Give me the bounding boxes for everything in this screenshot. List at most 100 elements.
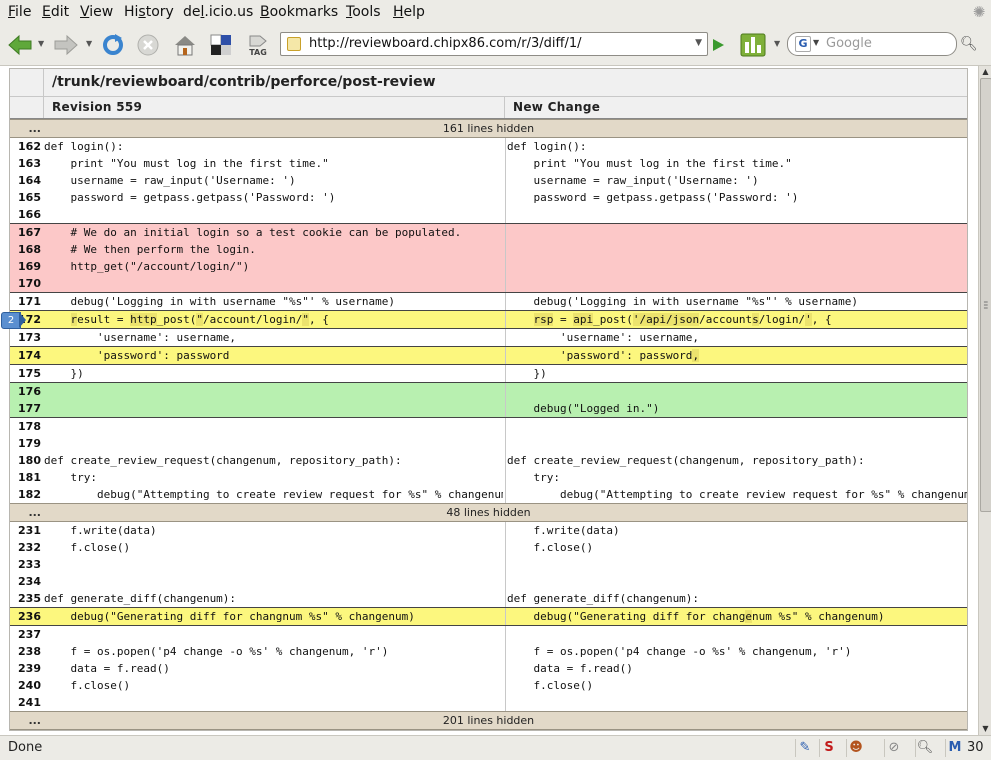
file-path: /trunk/reviewboard/contrib/perforce/post… — [52, 74, 436, 90]
diff-row-deleted[interactable]: 168 # We then perform the login. — [10, 241, 967, 258]
equal-chunk: 162 def login(): def login(): 163 print "Y… — [10, 138, 967, 223]
diff-row[interactable]: 238 f = os.popen('p4 change -o %s' % cha… — [10, 643, 967, 660]
stumbleupon-icon[interactable]: S — [819, 739, 838, 757]
menu-bar: File Edit View History del.icio.us Bookm… — [0, 0, 991, 25]
scroll-up-arrow-icon[interactable]: ▲ — [979, 66, 991, 78]
monkey-icon[interactable]: ☻ — [846, 739, 865, 757]
menu-delicious[interactable]: del.icio.us — [183, 4, 253, 20]
extension-dropdown-icon[interactable]: ▼ — [774, 39, 780, 48]
menu-edit[interactable]: Edit — [42, 4, 69, 20]
stop-button[interactable] — [134, 31, 162, 59]
diff-row-replaced[interactable]: 172 2 result = http_post("/account/login… — [1, 311, 967, 329]
hidden-lines-label[interactable]: 161 lines hidden — [10, 120, 967, 137]
site-favicon-icon — [287, 37, 301, 51]
diff-row[interactable]: 163 print "You must log in the first tim… — [10, 155, 967, 172]
reload-button[interactable] — [99, 31, 127, 59]
diff-row-replaced[interactable]: 174 'password': password 'password': pas… — [10, 347, 967, 364]
forward-button[interactable] — [51, 31, 81, 59]
diff-row[interactable]: 233 — [10, 556, 967, 573]
menu-help[interactable]: Help — [393, 4, 425, 20]
url-input[interactable]: http://reviewboard.chipx86.com/r/3/diff/… — [309, 36, 581, 51]
diff-row[interactable]: 164 username = raw_input('Username: ') u… — [10, 172, 967, 189]
diff-row[interactable]: 180 def create_review_request(changenum, … — [10, 452, 967, 469]
menu-bookmarks[interactable]: Bookmarks — [260, 4, 338, 20]
equal-chunk: 231 f.write(data) f.write(data) 232 f.cl… — [10, 522, 967, 607]
go-arrow-icon — [713, 39, 724, 51]
diff-row[interactable]: 234 — [10, 573, 967, 590]
diff-row[interactable]: 162 def login(): def login(): — [10, 138, 967, 155]
diff-row-inserted[interactable]: 177 debug("Logged in.") — [10, 400, 967, 417]
tag-button[interactable]: TAG — [244, 31, 272, 59]
delete-chunk: 167 # We do an initial login so a test c… — [10, 223, 967, 293]
diff-row-deleted[interactable]: 170 — [10, 275, 967, 292]
diff-row[interactable]: 241 — [10, 694, 967, 711]
diff-row[interactable]: 231 f.write(data) f.write(data) — [10, 522, 967, 539]
file-header: /trunk/reviewboard/contrib/perforce/post… — [10, 69, 967, 97]
vertical-scrollbar[interactable]: ▲ ═ ═ ═ ▼ — [978, 66, 991, 735]
back-button[interactable] — [5, 31, 35, 59]
revision-header: Revision 559 New Change — [10, 97, 967, 119]
diff-row[interactable]: 239 data = f.read() data = f.read() — [10, 660, 967, 677]
replace-chunk: 172 2 result = http_post("/account/login… — [1, 310, 967, 329]
collapsed-lines-row[interactable]: ... 48 lines hidden — [10, 503, 967, 522]
search-bar[interactable]: G ▼ Google — [787, 32, 957, 56]
collapsed-lines-row[interactable]: ... 201 lines hidden — [10, 711, 967, 730]
equal-chunk: 237 238 f = os.popen('p4 change -o %s' %… — [10, 626, 967, 711]
menu-file[interactable]: File — [8, 4, 31, 20]
go-button[interactable] — [709, 31, 727, 59]
comment-flag[interactable]: 2 — [1, 312, 28, 329]
diff-row[interactable]: 165 password = getpass.getpass('Password… — [10, 189, 967, 206]
google-engine-icon[interactable]: G — [795, 36, 811, 52]
back-history-dropdown-icon[interactable]: ▼ — [38, 39, 44, 48]
diff-row[interactable]: 179 — [10, 435, 967, 452]
diff-row-replaced[interactable]: 236 debug("Generating diff for changnum … — [10, 608, 967, 625]
back-arrow-icon — [8, 34, 32, 56]
hidden-lines-label[interactable]: 201 lines hidden — [10, 712, 967, 729]
status-text: Done — [8, 740, 43, 755]
diff-row[interactable]: 171 debug('Logging in with username "%s"… — [10, 293, 967, 310]
diff-row[interactable]: 175 }) }) — [10, 365, 967, 382]
collapsed-lines-row[interactable]: ... 161 lines hidden — [10, 119, 967, 138]
diff-row[interactable]: 235 def generate_diff(changenum): def gene… — [10, 590, 967, 607]
diff-table: /trunk/reviewboard/contrib/perforce/post… — [1, 68, 968, 731]
search-magnifier-icon[interactable]: 🔍︎ — [960, 36, 978, 52]
tag-label: TAG — [249, 47, 267, 57]
diff-row[interactable]: 181 try: try: — [10, 469, 967, 486]
hidden-lines-label[interactable]: 48 lines hidden — [10, 504, 967, 521]
search-input[interactable]: Google — [826, 36, 872, 51]
reviewboard-extension-button[interactable] — [739, 31, 767, 59]
page-viewport: /trunk/reviewboard/contrib/perforce/post… — [0, 66, 978, 735]
home-button[interactable] — [171, 31, 199, 59]
forward-arrow-icon — [54, 34, 78, 56]
diff-row[interactable]: 240 f.close() f.close() — [10, 677, 967, 694]
scroll-down-arrow-icon[interactable]: ▼ — [979, 723, 991, 735]
menu-tools[interactable]: Tools — [346, 4, 381, 20]
mail-count[interactable]: 30 — [967, 740, 984, 755]
diff-row[interactable]: 166 — [10, 206, 967, 223]
equal-chunk: 171 debug('Logging in with username "%s"… — [10, 293, 967, 310]
delicious-button[interactable] — [207, 31, 235, 59]
comment-flag-arrow-icon — [19, 312, 26, 328]
gmail-icon[interactable]: M — [945, 739, 964, 757]
menu-view[interactable]: View — [80, 4, 113, 20]
url-history-dropdown-icon[interactable]: ▼ — [695, 38, 702, 48]
diff-row-deleted[interactable]: 167 # We do an initial login so a test c… — [10, 224, 967, 241]
comment-count-badge[interactable]: 2 — [1, 312, 21, 329]
diff-row[interactable]: 237 — [10, 626, 967, 643]
diff-row-deleted[interactable]: 169 http_get("/account/login/") — [10, 258, 967, 275]
diff-row[interactable]: 232 f.close() f.close() — [10, 539, 967, 556]
scrollbar-thumb[interactable]: ═ ═ ═ — [980, 78, 991, 512]
tag-icon — [249, 35, 267, 46]
notepad-icon[interactable]: ✎ — [795, 739, 814, 757]
diff-row[interactable]: 173 'username': username, 'username': us… — [10, 329, 967, 346]
menu-history[interactable]: History — [124, 4, 174, 20]
diff-row[interactable]: 178 — [10, 418, 967, 435]
inspect-icon[interactable]: 🔍︎ — [915, 739, 934, 757]
equal-chunk: 178 179 180 def create_review_request(cha… — [10, 418, 967, 503]
diff-row-inserted[interactable]: 176 — [10, 383, 967, 400]
diff-row[interactable]: 182 debug("Attempting to create review r… — [10, 486, 967, 503]
url-bar[interactable]: http://reviewboard.chipx86.com/r/3/diff/… — [280, 32, 708, 56]
search-engine-dropdown-icon[interactable]: ▼ — [813, 38, 819, 47]
forward-history-dropdown-icon[interactable]: ▼ — [86, 39, 92, 48]
disabled-icon[interactable]: ⊘ — [884, 739, 903, 757]
